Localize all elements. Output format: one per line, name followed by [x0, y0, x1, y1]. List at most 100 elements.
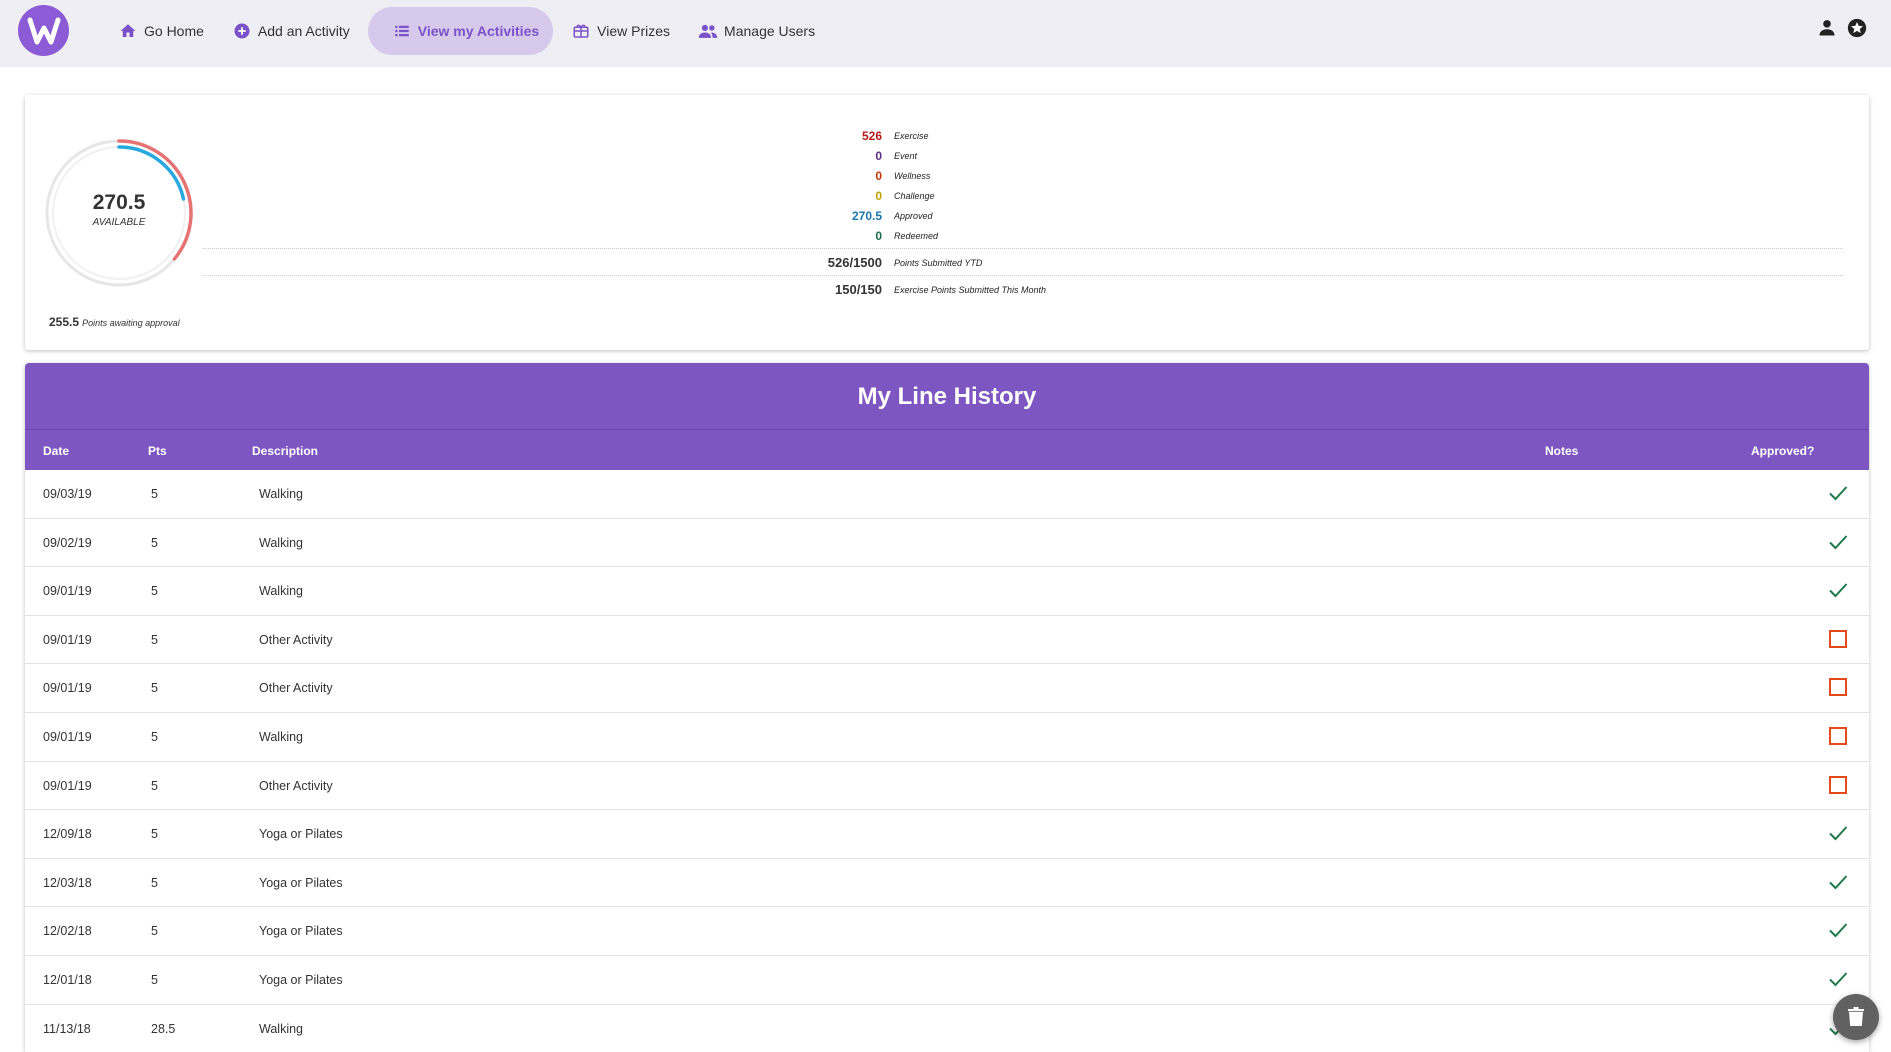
nav-add-activity[interactable]: Add an Activity: [222, 7, 360, 55]
approved-check-icon: [1829, 923, 1848, 938]
row-date: 12/09/18: [43, 827, 92, 842]
home-icon: [118, 21, 138, 41]
plus-circle-icon: [232, 21, 252, 41]
approved-check-icon: [1829, 583, 1848, 598]
column-header-notes[interactable]: Notes: [1545, 444, 1578, 458]
app-logo[interactable]: [18, 5, 69, 56]
stat-wellness-label: Wellness: [894, 171, 931, 181]
delete-fab-button[interactable]: [1833, 994, 1879, 1040]
awaiting-approval-label: Points awaiting approval: [82, 318, 180, 328]
stat-challenge-value: 0: [875, 189, 882, 203]
row-description: Walking: [259, 1021, 303, 1036]
nav-go-home[interactable]: Go Home: [108, 7, 214, 55]
row-description: Yoga or Pilates: [259, 924, 343, 939]
table-row[interactable]: 12/09/18 5 Yoga or Pilates: [25, 810, 1869, 859]
main-nav: Go Home Add an Activity View my Activiti…: [108, 7, 833, 55]
approved-check-icon: [1829, 972, 1848, 987]
table-row[interactable]: 09/01/19 5 Walking: [25, 567, 1869, 616]
row-pts: 5: [151, 535, 158, 550]
stat-ytd: 526/1500 Points Submitted YTD: [762, 255, 983, 270]
nav-manage-users[interactable]: Manage Users: [688, 7, 825, 55]
stat-approved-label: Approved: [894, 211, 933, 221]
stat-wellness-value: 0: [875, 169, 882, 183]
row-description: Other Activity: [259, 681, 333, 696]
history-table-body: 09/03/19 5 Walking 09/02/19 5 Walking 09/01/19…: [25, 470, 1869, 1052]
summary-divider: [203, 275, 1843, 276]
stat-event-label: Event: [894, 151, 918, 161]
person-icon[interactable]: [1815, 16, 1839, 40]
pending-checkbox-icon[interactable]: [1827, 774, 1849, 796]
stat-approved-value: 270.5: [851, 209, 882, 223]
table-row[interactable]: 09/01/19 5 Other Activity: [25, 762, 1869, 811]
column-header-approved[interactable]: Approved?: [1751, 444, 1814, 458]
history-title: My Line History: [25, 363, 1869, 430]
top-nav-bar: Go Home Add an Activity View my Activiti…: [0, 0, 1891, 67]
table-row[interactable]: 11/13/18 28.5 Walking: [25, 1005, 1869, 1052]
row-pts: 28.5: [151, 1021, 176, 1036]
approved-check-icon: [1829, 826, 1848, 841]
row-description: Other Activity: [259, 632, 333, 647]
row-date: 09/03/19: [43, 487, 92, 501]
nav-add-activity-label: Add an Activity: [257, 23, 350, 39]
nav-view-prizes-label: View Prizes: [597, 23, 671, 39]
row-description: Walking: [259, 584, 303, 599]
stat-month: 150/150 Exercise Points Submitted This M…: [762, 282, 1046, 297]
row-pts: 5: [151, 487, 158, 501]
stat-redeemed-label: Redeemed: [894, 231, 939, 241]
available-points-label: AVAILABLE: [92, 217, 146, 228]
row-description: Walking: [259, 729, 303, 744]
row-date: 09/01/19: [43, 729, 92, 744]
column-header-pts[interactable]: Pts: [148, 444, 167, 458]
stat-challenge: 0 Challenge: [762, 189, 934, 203]
row-pts: 5: [151, 827, 158, 842]
nav-view-prizes[interactable]: View Prizes: [561, 7, 680, 55]
table-row[interactable]: 09/01/19 5 Other Activity: [25, 616, 1869, 665]
table-row[interactable]: 09/02/19 5 Walking: [25, 519, 1869, 568]
nav-manage-users-label: Manage Users: [724, 23, 816, 39]
row-date: 09/01/19: [43, 681, 92, 696]
points-summary-card: 270.5 AVAILABLE 255.5 Points awaiting ap…: [25, 95, 1869, 350]
row-pts: 5: [151, 875, 158, 890]
stat-approved: 270.5 Approved: [762, 209, 933, 223]
row-pts: 5: [151, 681, 158, 696]
row-description: Other Activity: [259, 778, 333, 793]
line-history-panel: My Line History Date Pts Description Not…: [25, 363, 1869, 1052]
stat-wellness: 0 Wellness: [762, 169, 930, 183]
star-badge-icon[interactable]: [1845, 16, 1869, 40]
table-row[interactable]: 09/01/19 5 Other Activity: [25, 664, 1869, 713]
row-pts: 5: [151, 729, 158, 744]
column-header-date[interactable]: Date: [43, 444, 69, 458]
pending-checkbox-icon[interactable]: [1827, 628, 1849, 650]
pending-checkbox-icon[interactable]: [1827, 676, 1849, 698]
table-row[interactable]: 12/03/18 5 Yoga or Pilates: [25, 859, 1869, 908]
table-row[interactable]: 12/02/18 5 Yoga or Pilates: [25, 907, 1869, 956]
row-date: 09/02/19: [43, 535, 92, 550]
summary-divider: [203, 248, 1843, 249]
stat-exercise-label: Exercise: [894, 131, 929, 141]
nav-view-activities[interactable]: View my Activities: [367, 7, 554, 55]
awaiting-approval-value: 255.5: [49, 315, 80, 329]
table-row[interactable]: 09/01/19 5 Walking: [25, 713, 1869, 762]
stat-exercise-value: 526: [861, 129, 882, 143]
stat-ytd-label: Points Submitted YTD: [894, 257, 983, 268]
stat-event: 0 Event: [762, 149, 917, 163]
pending-checkbox-icon[interactable]: [1827, 725, 1849, 747]
column-header-description[interactable]: Description: [252, 444, 318, 458]
approved-check-icon: [1829, 875, 1848, 890]
stat-ytd-value: 526/1500: [827, 255, 882, 270]
stat-month-value: 150/150: [835, 282, 882, 297]
row-pts: 5: [151, 632, 158, 647]
row-description: Yoga or Pilates: [259, 875, 343, 890]
row-pts: 5: [151, 778, 158, 793]
awaiting-approval: 255.5 Points awaiting approval: [49, 315, 180, 329]
row-pts: 5: [151, 584, 158, 599]
row-description: Walking: [259, 487, 303, 501]
stat-exercise: 526 Exercise: [762, 129, 929, 143]
stat-redeemed: 0 Redeemed: [762, 229, 938, 243]
table-row[interactable]: 12/01/18 5 Yoga or Pilates: [25, 956, 1869, 1005]
row-date: 12/03/18: [43, 875, 92, 890]
approved-check-icon: [1829, 534, 1848, 550]
row-date: 11/13/18: [43, 1021, 91, 1036]
row-description: Yoga or Pilates: [259, 827, 343, 842]
table-row[interactable]: 09/03/19 5 Walking: [25, 470, 1869, 519]
